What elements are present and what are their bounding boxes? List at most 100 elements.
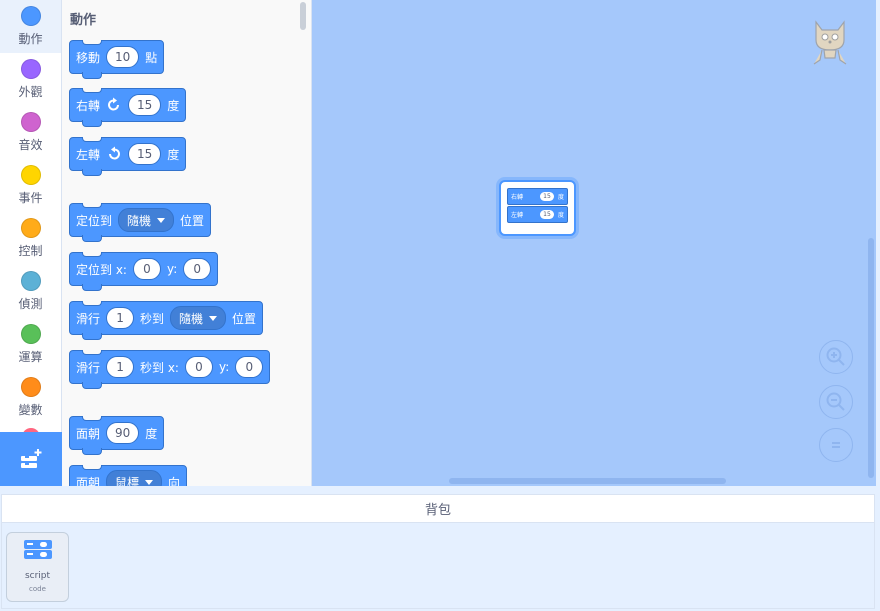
category-label: 音效 <box>18 138 43 152</box>
category-sound[interactable]: 音效 <box>0 106 61 159</box>
glide-block[interactable]: 滑行 1 秒到 隨機 位置 <box>69 301 264 340</box>
category-control[interactable]: 控制 <box>0 212 61 265</box>
category-label: 動作 <box>18 32 43 46</box>
script-thumbnail-icon <box>23 540 52 559</box>
turn-right-block[interactable]: 右轉 15 度 <box>69 88 187 127</box>
backpack-item-name: script <box>24 571 51 581</box>
zoom-reset-button[interactable] <box>819 428 853 462</box>
zoom-in-button[interactable] <box>819 340 853 374</box>
category-looks[interactable]: 外觀 <box>0 53 61 106</box>
category-label: 外觀 <box>18 85 43 99</box>
seconds-input[interactable]: 1 <box>106 307 135 329</box>
category-label: 控制 <box>18 244 43 258</box>
rotate-counterclockwise-icon <box>109 146 120 160</box>
category-menu: 動作 外觀 音效 事件 控制 偵測 運算 變數 <box>0 0 62 486</box>
backpack-header[interactable]: 背包 <box>1 494 875 523</box>
category-variables[interactable]: 變數 <box>0 371 61 424</box>
add-extension-button[interactable] <box>0 432 62 486</box>
block-unit: 度 <box>167 147 180 162</box>
sprite-cat-icon <box>813 20 847 65</box>
category-sound-dot <box>20 112 41 132</box>
block-unit: 度 <box>167 98 180 113</box>
block-label: 右轉 <box>511 194 524 201</box>
zoom-reset-icon <box>832 442 840 448</box>
block-label: 移動 <box>76 50 101 65</box>
goto-block[interactable]: 定位到 隨機 位置 <box>69 203 212 242</box>
glide-xy-block[interactable]: 滑行 1 秒到 x: 0 y: 0 <box>69 350 271 389</box>
degrees-input[interactable]: 15 <box>128 143 162 165</box>
block-suffix: 向 <box>168 475 181 487</box>
y-input[interactable]: 0 <box>183 258 212 280</box>
glide-target-dropdown[interactable]: 隨機 <box>170 306 227 330</box>
degrees-input[interactable]: 15 <box>128 94 162 116</box>
degrees-input[interactable]: 15 <box>539 192 554 201</box>
category-motion[interactable]: 動作 <box>0 0 61 53</box>
goto-target-dropdown[interactable]: 隨機 <box>118 208 175 232</box>
block-label: 左轉 <box>511 212 524 219</box>
block-suffix: 位置 <box>180 213 205 228</box>
chevron-down-icon <box>209 315 218 321</box>
zoom-out-button[interactable] <box>819 385 853 419</box>
workspace-vertical-scrollbar[interactable] <box>868 238 874 478</box>
category-label: 偵測 <box>18 297 43 311</box>
zoom-in-icon <box>826 347 845 366</box>
y-label: y: <box>218 360 230 374</box>
block-mid-label: 秒到 x: <box>140 360 179 375</box>
palette-section-title: 動作 <box>70 13 97 28</box>
turn-left-block[interactable]: 左轉 15 度 <box>69 137 187 176</box>
block-label: 右轉 <box>76 98 101 113</box>
category-events[interactable]: 事件 <box>0 159 61 212</box>
dropdown-value: 鼠標 <box>115 475 140 487</box>
block-label: 滑行 <box>76 311 101 326</box>
category-looks-dot <box>20 59 41 79</box>
category-events-dot <box>20 165 41 185</box>
move-steps-block[interactable]: 移動 10 點 <box>69 40 165 79</box>
x-input[interactable]: 0 <box>132 258 161 280</box>
category-label: 變數 <box>18 403 43 417</box>
point-towards-block[interactable]: 面朝 鼠標 向 <box>69 465 188 487</box>
degrees-input[interactable]: 15 <box>539 210 554 219</box>
block-label: 定位到 x: <box>76 262 127 277</box>
seconds-input[interactable]: 1 <box>106 356 135 378</box>
script-workspace[interactable]: 右轉 15 度 左轉 15 度 <box>312 0 876 486</box>
category-operators[interactable]: 運算 <box>0 318 61 371</box>
steps-input[interactable]: 10 <box>106 46 140 68</box>
block-label: 面朝 <box>76 426 101 441</box>
category-control-dot <box>20 218 41 238</box>
y-label: y: <box>166 262 178 276</box>
towards-target-dropdown[interactable]: 鼠標 <box>106 470 163 487</box>
chevron-down-icon <box>157 217 166 223</box>
workspace-horizontal-scrollbar[interactable] <box>449 478 726 484</box>
add-extension-icon <box>21 449 42 468</box>
block-unit: 度 <box>557 194 564 201</box>
block-unit: 度 <box>557 212 564 219</box>
category-variables-dot <box>20 377 41 397</box>
dropdown-value: 隨機 <box>179 311 204 326</box>
block-palette: 動作 移動 10 點 右轉 15 度 左轉 15 度 定位到 隨機 位置 定位到… <box>62 0 312 486</box>
rotate-clockwise-icon <box>108 97 120 111</box>
category-sensing[interactable]: 偵測 <box>0 265 61 318</box>
block-label: 面朝 <box>76 475 101 487</box>
dropdown-value: 隨機 <box>127 213 152 228</box>
x-input[interactable]: 0 <box>184 356 213 378</box>
block-suffix: 位置 <box>232 311 257 326</box>
block-label: 滑行 <box>76 360 101 375</box>
palette-scrollbar[interactable] <box>300 2 306 30</box>
chevron-down-icon <box>145 479 154 485</box>
script-stack[interactable]: 右轉 15 度 左轉 15 度 <box>499 180 576 236</box>
backpack-panel: script code <box>1 523 875 609</box>
point-direction-block[interactable]: 面朝 90 度 <box>69 416 165 455</box>
block-unit: 度 <box>145 426 158 441</box>
block-mid-label: 秒到 <box>140 311 165 326</box>
turn-left-block[interactable]: 左轉 15 度 <box>507 206 568 223</box>
goto-xy-block[interactable]: 定位到 x: 0 y: 0 <box>69 252 219 291</box>
block-label: 左轉 <box>76 147 101 162</box>
direction-input[interactable]: 90 <box>106 422 140 444</box>
y-input[interactable]: 0 <box>235 356 264 378</box>
turn-right-block[interactable]: 右轉 15 度 <box>507 188 568 205</box>
category-operators-dot <box>20 324 41 344</box>
zoom-out-icon <box>826 392 845 411</box>
category-label: 事件 <box>18 191 43 205</box>
backpack-item-type: code <box>29 585 46 593</box>
backpack-item[interactable]: script code <box>6 532 69 602</box>
